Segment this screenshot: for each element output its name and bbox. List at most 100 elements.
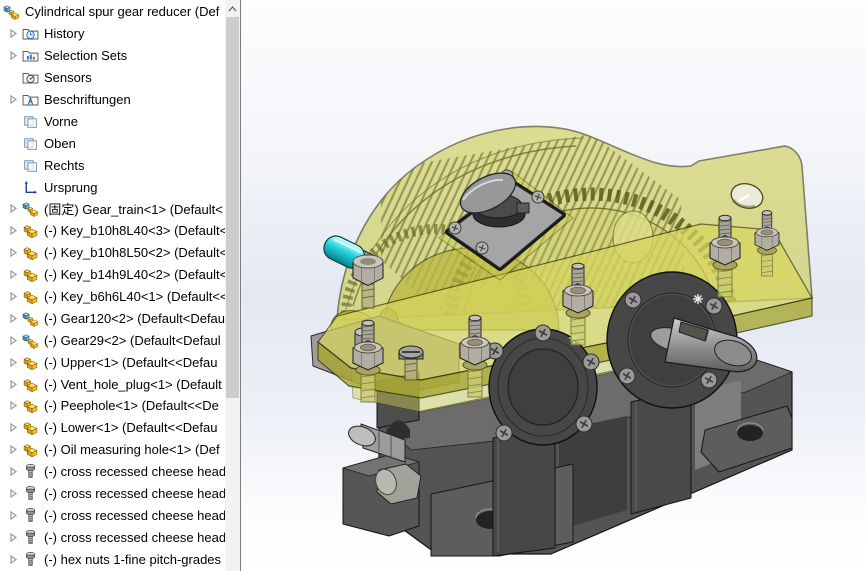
expand-arrow-icon[interactable] bbox=[6, 355, 20, 369]
flange-screw[interactable] bbox=[618, 367, 636, 385]
cover-screw[interactable] bbox=[475, 241, 489, 255]
tree-item[interactable]: (-) Gear29<2> (Default<Defaul bbox=[0, 329, 225, 351]
tree-item[interactable]: (-) Key_b10h8L50<2> (Default< bbox=[0, 242, 225, 264]
expand-arrow-icon[interactable] bbox=[6, 311, 20, 325]
tree-item[interactable]: (-) Upper<1> (Default<<Defau bbox=[0, 351, 225, 373]
tree-item-label: History bbox=[44, 26, 85, 42]
expand-arrow-icon[interactable] bbox=[6, 377, 20, 391]
flange-screw[interactable] bbox=[575, 415, 593, 433]
screw-icon bbox=[22, 551, 39, 568]
flange-screw[interactable] bbox=[700, 371, 718, 389]
selection-sets-icon bbox=[22, 47, 39, 64]
chevron-up-icon bbox=[228, 5, 237, 11]
tree-item-label: (-) Key_b10h8L40<3> (Default< bbox=[44, 223, 225, 239]
tree-item-label: (-) Gear29<2> (Default<Defaul bbox=[44, 332, 221, 348]
part-icon bbox=[22, 441, 39, 458]
annotations-icon bbox=[22, 91, 39, 108]
assembly-icon bbox=[22, 200, 39, 217]
flange-screw[interactable] bbox=[624, 291, 642, 309]
tree-item[interactable]: (-) Peephole<1> (Default<<De bbox=[0, 395, 225, 417]
expand-arrow-icon[interactable] bbox=[6, 224, 20, 238]
expand-arrow-icon[interactable] bbox=[6, 443, 20, 457]
expand-arrow-icon[interactable] bbox=[6, 487, 20, 501]
expand-arrow-icon[interactable] bbox=[6, 508, 20, 522]
expand-arrow-icon[interactable] bbox=[6, 27, 20, 41]
tree-item[interactable]: Rechts bbox=[0, 154, 225, 176]
cover-screw[interactable] bbox=[531, 190, 545, 204]
flange-screw[interactable] bbox=[582, 353, 600, 371]
assembly-icon bbox=[3, 3, 20, 20]
expand-arrow-icon[interactable] bbox=[6, 465, 20, 479]
tree-item[interactable]: (-) cross recessed cheese head bbox=[0, 526, 225, 548]
mounting-hole bbox=[737, 425, 763, 441]
tree-item-label: (-) hex nuts 1-fine pitch-grades bbox=[44, 551, 222, 567]
plane-icon bbox=[22, 135, 39, 152]
flange-screw[interactable] bbox=[495, 424, 513, 442]
part-icon bbox=[22, 397, 39, 414]
tree-item-label: Rechts bbox=[44, 157, 85, 173]
tree-item-label: (-) Upper<1> (Default<<Defau bbox=[44, 354, 218, 370]
tree-item[interactable]: Selection Sets bbox=[0, 45, 225, 67]
tree-item[interactable]: (-) Key_b6h6L40<1> (Default<< bbox=[0, 286, 225, 308]
expand-arrow-icon[interactable] bbox=[6, 421, 20, 435]
expand-arrow-icon[interactable] bbox=[6, 399, 20, 413]
expand-arrow-icon[interactable] bbox=[6, 268, 20, 282]
flange-screw[interactable] bbox=[705, 297, 723, 315]
solidworks-window: Cylindrical spur gear reducer (Def Histo… bbox=[0, 0, 865, 571]
tree-item[interactable]: (-) Key_b14h9L40<2> (Default< bbox=[0, 264, 225, 286]
tree-item-label: (-) Key_b10h8L50<2> (Default< bbox=[44, 245, 225, 261]
tree-item-label: (-) cross recessed cheese head bbox=[44, 486, 225, 502]
part-icon bbox=[22, 419, 39, 436]
expand-arrow-icon[interactable] bbox=[6, 49, 20, 63]
tree-item-label: (-) Vent_hole_plug<1> (Default bbox=[44, 376, 222, 392]
expand-arrow-icon[interactable] bbox=[6, 202, 20, 216]
assembly-icon bbox=[22, 332, 39, 349]
part-icon bbox=[22, 376, 39, 393]
tree-item[interactable]: (-) cross recessed cheese head bbox=[0, 483, 225, 505]
expand-arrow-icon[interactable] bbox=[6, 552, 20, 566]
graphics-viewport[interactable] bbox=[241, 0, 865, 571]
tree-item-label: (固定) Gear_train<1> (Default< bbox=[44, 202, 223, 218]
screw-icon bbox=[22, 507, 39, 524]
model-3d-gear-reducer[interactable] bbox=[241, 0, 865, 571]
expand-arrow-icon[interactable] bbox=[6, 290, 20, 304]
tree-item[interactable]: (-) Vent_hole_plug<1> (Default bbox=[0, 373, 225, 395]
tree-item[interactable]: (-) cross recessed cheese head bbox=[0, 504, 225, 526]
expand-arrow-icon[interactable] bbox=[6, 530, 20, 544]
expand-arrow-icon[interactable] bbox=[6, 93, 20, 107]
tree-item[interactable]: (固定) Gear_train<1> (Default< bbox=[0, 198, 225, 220]
part-icon bbox=[22, 222, 39, 239]
tree-item[interactable]: (-) Gear120<2> (Default<Defau bbox=[0, 307, 225, 329]
tree-item[interactable]: (-) hex nuts 1-fine pitch-grades bbox=[0, 548, 225, 570]
tree-item[interactable]: Sensors bbox=[0, 67, 225, 89]
tree-item[interactable]: Oben bbox=[0, 132, 225, 154]
tree-item[interactable]: (-) Oil measuring hole<1> (Def bbox=[0, 439, 225, 461]
tree-item-label: Cylindrical spur gear reducer (Def bbox=[25, 4, 220, 20]
tree-item[interactable]: (-) Key_b10h8L40<3> (Default< bbox=[0, 220, 225, 242]
tree-item-label: (-) Peephole<1> (Default<<De bbox=[44, 398, 219, 414]
tree-item[interactable]: Ursprung bbox=[0, 176, 225, 198]
tree-item-label: Oben bbox=[44, 135, 76, 151]
tree-item-label: (-) Gear120<2> (Default<Defau bbox=[44, 310, 225, 326]
tree-item[interactable]: (-) cross recessed cheese head bbox=[0, 461, 225, 483]
history-icon bbox=[22, 25, 39, 42]
tree-item[interactable]: Beschriftungen bbox=[0, 89, 225, 111]
feature-tree: Cylindrical spur gear reducer (Def Histo… bbox=[0, 0, 225, 571]
tree-item[interactable]: (-) Lower<1> (Default<<Defau bbox=[0, 417, 225, 439]
tree-item-label: Beschriftungen bbox=[44, 92, 131, 107]
tree-item[interactable]: Vorne bbox=[0, 110, 225, 132]
flange-screw[interactable] bbox=[534, 324, 552, 342]
expand-arrow-icon[interactable] bbox=[6, 333, 20, 347]
tree-item[interactable]: Cylindrical spur gear reducer (Def bbox=[0, 1, 225, 23]
tree-item-label: Selection Sets bbox=[44, 48, 128, 64]
tree-item-label: Vorne bbox=[44, 113, 78, 129]
origin-icon bbox=[22, 179, 39, 196]
scrollbar-up-button[interactable] bbox=[225, 0, 240, 17]
tree-item[interactable]: History bbox=[0, 23, 225, 45]
tree-scrollbar[interactable] bbox=[225, 0, 240, 571]
glint bbox=[692, 293, 704, 305]
scrollbar-thumb[interactable] bbox=[226, 17, 239, 398]
feature-manager-panel: Cylindrical spur gear reducer (Def Histo… bbox=[0, 0, 241, 571]
cover-screw[interactable] bbox=[448, 221, 462, 235]
expand-arrow-icon[interactable] bbox=[6, 246, 20, 260]
